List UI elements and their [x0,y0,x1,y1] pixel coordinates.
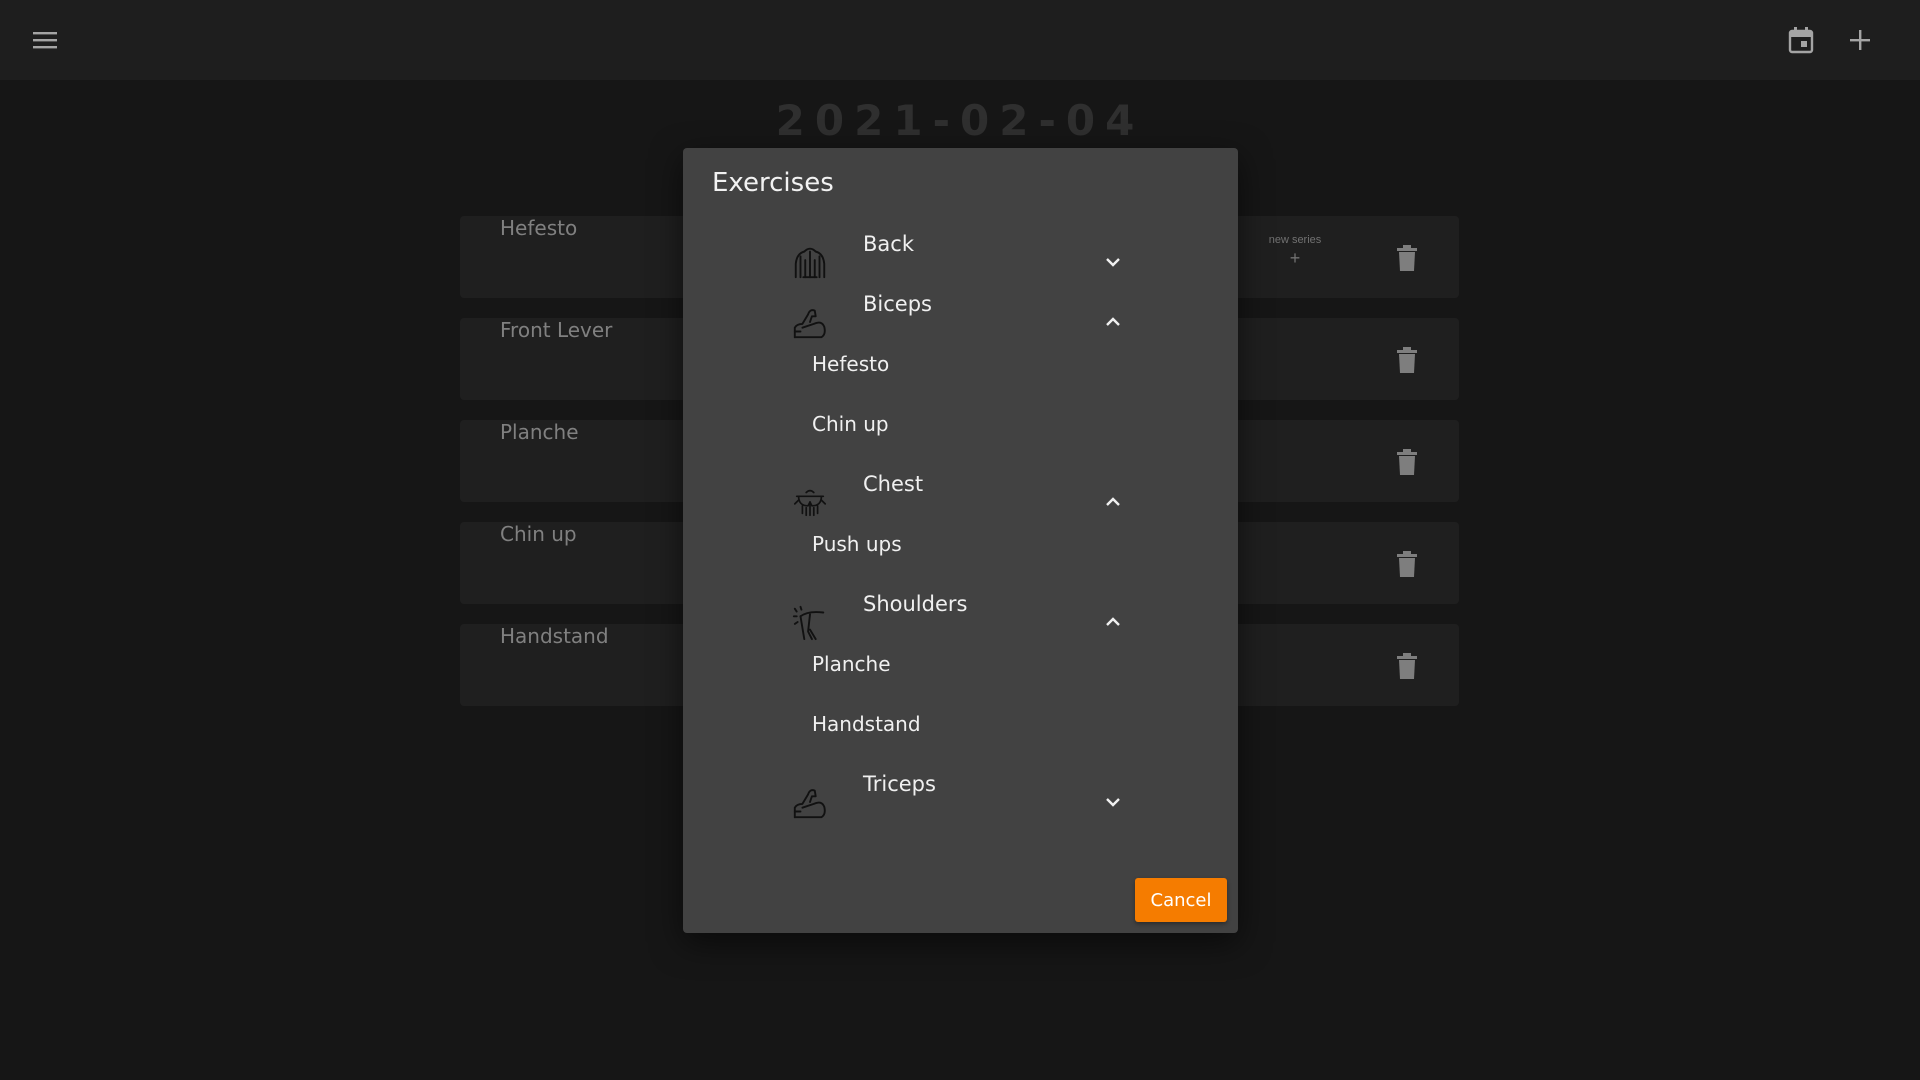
group-label: Triceps [863,772,936,796]
group-row-triceps[interactable]: Triceps [683,772,1238,832]
group-row-shoulders[interactable]: Shoulders [683,592,1238,652]
exercise-item[interactable]: Planche [683,652,1238,712]
exercise-item[interactable]: Chin up [683,412,1238,472]
chevron-up-icon[interactable] [1103,492,1123,512]
exercises-dialog: Exercises Back Biceps Hefesto Chin up Ch… [683,148,1238,933]
group-label: Shoulders [863,592,968,616]
group-label: Biceps [863,292,932,316]
exercise-label: Handstand [812,712,921,736]
exercise-label: Hefesto [812,352,890,376]
group-row-chest[interactable]: Chest [683,472,1238,532]
exercise-item[interactable]: Hefesto [683,352,1238,412]
biceps-muscle-icon [793,309,826,339]
chevron-up-icon[interactable] [1103,312,1123,332]
chest-muscle-icon [793,489,827,517]
chevron-down-icon[interactable] [1103,252,1123,272]
group-label: Chest [863,472,924,496]
exercise-label: Planche [812,652,891,676]
exercise-label: Push ups [812,532,902,556]
exercise-group-list: Back Biceps Hefesto Chin up Chest Push u… [683,232,1238,832]
chevron-down-icon[interactable] [1103,792,1123,812]
chevron-up-icon[interactable] [1103,612,1123,632]
triceps-muscle-icon [793,789,826,819]
exercise-item[interactable]: Push ups [683,532,1238,592]
exercise-item[interactable]: Handstand [683,712,1238,772]
group-row-back[interactable]: Back [683,232,1238,292]
group-row-biceps[interactable]: Biceps [683,292,1238,352]
cancel-button[interactable]: Cancel [1135,878,1227,922]
dialog-title: Exercises [712,168,834,198]
shoulders-muscle-icon [792,605,825,641]
back-muscle-icon [794,247,826,279]
group-label: Back [863,232,914,256]
exercise-label: Chin up [812,412,889,436]
